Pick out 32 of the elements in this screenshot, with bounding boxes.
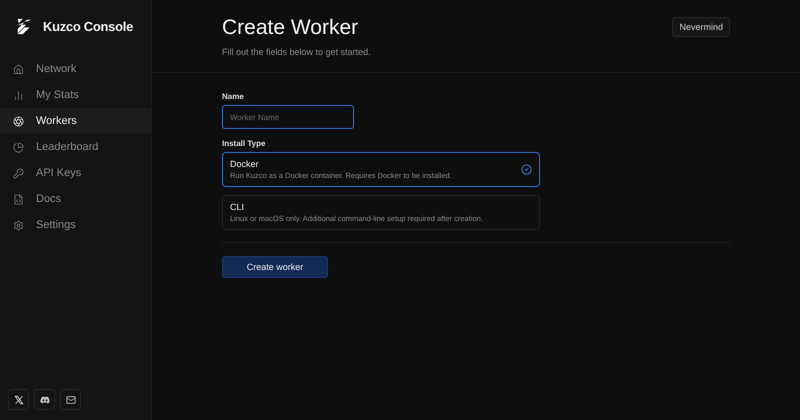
settings-icon — [13, 220, 24, 230]
field-label: Name — [222, 92, 245, 101]
nav-item[interactable]: Leaderboard — [0, 134, 151, 160]
input-field[interactable]: Worker Name — [222, 105, 354, 129]
nevermind-button[interactable]: Nevermind — [672, 17, 730, 37]
document-icon — [13, 194, 24, 204]
bar-chart-icon — [13, 90, 24, 100]
pie-chart-icon — [13, 142, 24, 152]
social-button[interactable] — [8, 389, 29, 410]
key-icon — [13, 168, 24, 178]
option-title: Docker — [230, 159, 260, 169]
nav-item[interactable]: Settings — [0, 212, 151, 238]
aperture-icon — [13, 116, 24, 126]
page-subtitle: Fill out the fields below to get started. — [222, 47, 371, 57]
create-worker-button[interactable]: Create worker — [222, 256, 328, 278]
mail-icon — [66, 394, 76, 404]
field-label: Install Type — [222, 139, 266, 148]
nav-item[interactable]: Network — [0, 56, 151, 82]
discord-icon — [40, 394, 50, 404]
app-title: Kuzco Console — [43, 18, 133, 34]
option-title: CLI — [230, 202, 246, 212]
social-button[interactable] — [34, 389, 55, 410]
logo-icon — [16, 18, 33, 34]
social-button[interactable] — [60, 389, 81, 410]
x-icon — [14, 394, 24, 404]
page-title: Create Worker — [222, 16, 360, 40]
check-icon — [521, 164, 532, 175]
home-icon — [13, 64, 24, 74]
nav-item[interactable]: API Keys — [0, 160, 151, 186]
nav-item[interactable]: Docs — [0, 186, 151, 212]
nav-item[interactable]: My Stats — [0, 82, 151, 108]
nav-item[interactable]: Workers — [0, 108, 151, 134]
